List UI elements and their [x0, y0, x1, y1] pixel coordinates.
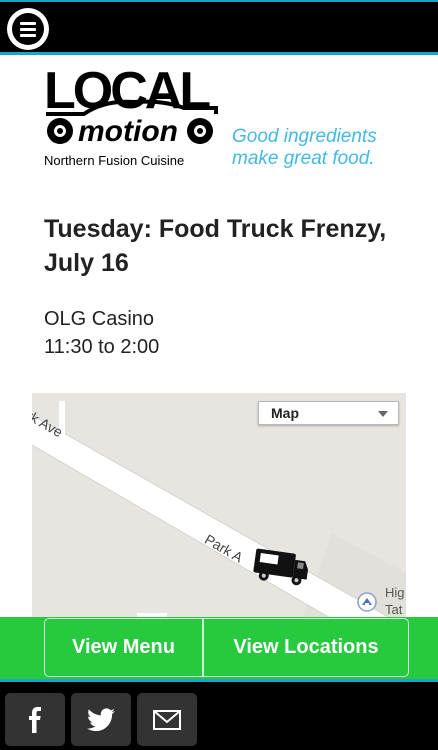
svg-text:LOCAL: LOCAL	[44, 64, 210, 120]
svg-text:Northern Fusion Cuisine: Northern Fusion Cuisine	[44, 153, 184, 168]
hamburger-menu-icon	[12, 13, 44, 45]
map-type-label: Map	[271, 405, 299, 421]
event-title: Tuesday: Food Truck Frenzy, July 16	[44, 215, 387, 277]
view-menu-button[interactable]: View Menu	[44, 618, 203, 677]
chevron-down-icon	[378, 411, 388, 417]
brand-logo[interactable]: LOCAL motion Northern Fusion Cuisine	[44, 62, 224, 172]
twitter-icon	[87, 707, 115, 731]
poi-label-line-2: Tat	[385, 602, 403, 617]
twitter-button[interactable]	[71, 693, 131, 746]
menu-button[interactable]	[7, 8, 49, 50]
tagline-line-2: make great food.	[232, 148, 375, 169]
email-icon	[153, 709, 181, 730]
footer-bar	[0, 679, 438, 750]
location-map[interactable]: Map rk Ave Park A Hig Tat	[32, 393, 406, 619]
view-locations-button[interactable]: View Locations	[203, 618, 409, 677]
top-bar	[0, 0, 438, 55]
poi-label-line-1: Hig	[385, 585, 405, 600]
map-type-select[interactable]: Map	[258, 401, 399, 425]
event-location: OLG Casino	[44, 308, 155, 330]
action-bar: View Menu View Locations	[0, 617, 438, 679]
map-roads	[32, 393, 406, 619]
event-time: 11:30 to 2:00	[44, 336, 160, 358]
local-motion-logo: LOCAL motion Northern Fusion Cuisine	[44, 62, 218, 168]
tagline-line-1: Good ingredients	[232, 126, 377, 147]
svg-text:motion: motion	[78, 115, 178, 148]
facebook-button[interactable]	[5, 693, 65, 746]
email-button[interactable]	[137, 693, 197, 746]
brand-tagline: Good ingredients make great food.	[232, 126, 377, 170]
facebook-icon	[29, 706, 41, 733]
